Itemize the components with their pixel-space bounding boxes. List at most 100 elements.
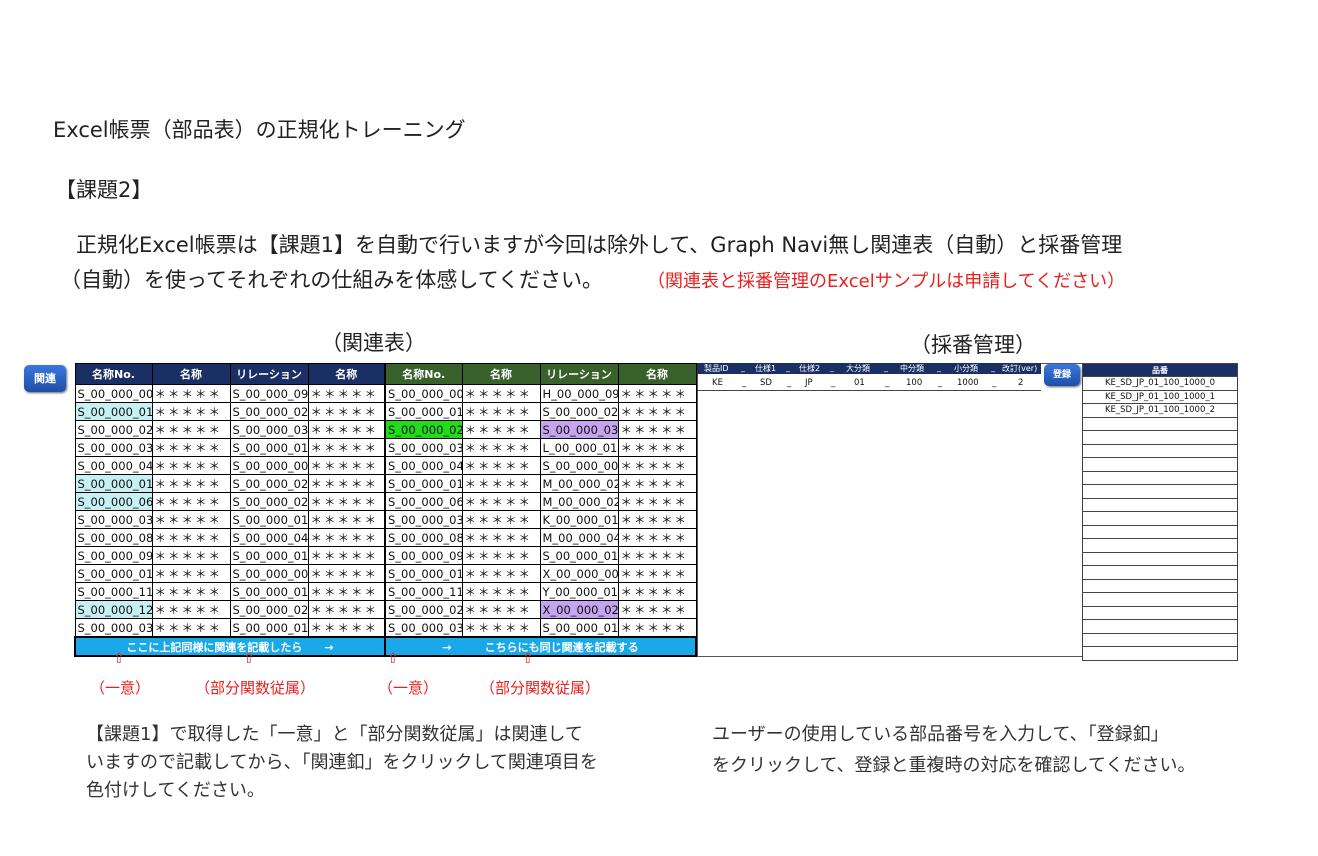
table-cell[interactable]: S_00_000_03 [74, 438, 153, 457]
table-cell[interactable]: S_00_000_03 [74, 618, 153, 638]
table-cell[interactable]: ＊＊＊＊＊ [151, 510, 231, 529]
table-cell[interactable]: M_00_000_02 [539, 474, 619, 493]
table-cell[interactable]: ＊＊＊＊＊ [151, 492, 231, 511]
table-cell[interactable]: S_00_000_03 [539, 420, 619, 439]
table-cell[interactable]: ＊＊＊＊＊ [151, 420, 231, 439]
table-cell[interactable]: ＊＊＊＊＊ [151, 582, 231, 601]
table-cell[interactable]: S_00_000_11 [74, 582, 153, 601]
table-cell[interactable]: S_00_000_08 [74, 528, 153, 547]
table-cell[interactable]: S_00_000_01 [384, 402, 463, 421]
table-cell[interactable]: S_00_000_09 [229, 384, 309, 403]
table-cell[interactable]: ＊＊＊＊＊ [617, 492, 697, 511]
middle-category-input[interactable]: 100 [906, 378, 922, 388]
table-cell[interactable]: ＊＊＊＊＊ [617, 546, 697, 565]
table-cell[interactable]: S_00_000_01 [229, 546, 309, 565]
register-button[interactable]: 登録 [1044, 364, 1080, 386]
table-cell[interactable]: S_00_000_02 [229, 474, 309, 493]
table-cell[interactable]: K_00_000_01 [539, 510, 619, 529]
table-cell[interactable]: S_00_000_01 [384, 564, 463, 583]
table-cell[interactable]: S_00_000_09 [74, 546, 153, 565]
table-cell[interactable]: L_00_000_01 [539, 438, 619, 457]
table-cell[interactable]: ＊＊＊＊＊ [307, 528, 386, 547]
table-cell[interactable]: S_00_000_11 [384, 582, 463, 601]
table-cell[interactable]: S_00_000_03 [74, 510, 153, 529]
table-cell[interactable]: ＊＊＊＊＊ [151, 618, 231, 638]
table-cell[interactable]: ＊＊＊＊＊ [461, 600, 541, 619]
table-cell[interactable]: S_00_000_02 [74, 420, 153, 439]
table-cell[interactable]: M_00_000_04 [539, 528, 619, 547]
table-cell[interactable]: ＊＊＊＊＊ [307, 384, 386, 403]
table-cell[interactable]: ＊＊＊＊＊ [461, 384, 541, 403]
revision-input[interactable]: 2 [1018, 378, 1023, 388]
table-cell[interactable]: ＊＊＊＊＊ [307, 564, 386, 583]
table-cell[interactable]: S_00_000_01 [229, 618, 309, 638]
table-cell[interactable]: ＊＊＊＊＊ [307, 618, 386, 638]
table-cell[interactable]: ＊＊＊＊＊ [307, 510, 386, 529]
table-cell[interactable]: S_00_000_00 [229, 564, 309, 583]
major-category-input[interactable]: 01 [854, 378, 865, 388]
table-cell[interactable]: ＊＊＊＊＊ [151, 600, 231, 619]
table-cell[interactable]: M_00_000_02 [539, 492, 619, 511]
table-cell[interactable]: ＊＊＊＊＊ [307, 438, 386, 457]
table-cell[interactable]: ＊＊＊＊＊ [461, 546, 541, 565]
table-cell[interactable]: S_00_000_01 [539, 546, 619, 565]
table-cell[interactable]: S_00_000_06 [74, 492, 153, 511]
table-cell[interactable]: S_00_000_01 [229, 582, 309, 601]
table-cell[interactable]: S_00_000_01 [229, 438, 309, 457]
table-cell[interactable]: S_00_000_01 [74, 474, 153, 493]
table-cell[interactable]: S_00_000_00 [74, 384, 153, 403]
table-cell[interactable]: ＊＊＊＊＊ [461, 474, 541, 493]
table-cell[interactable]: S_00_000_00 [539, 456, 619, 475]
table-cell[interactable]: S_00_000_02 [229, 492, 309, 511]
spec2-input[interactable]: JP [805, 378, 813, 388]
table-cell[interactable]: ＊＊＊＊＊ [461, 618, 541, 638]
table-cell[interactable]: ＊＊＊＊＊ [307, 402, 386, 421]
table-cell[interactable]: S_00_000_04 [74, 456, 153, 475]
table-cell[interactable]: ＊＊＊＊＊ [461, 528, 541, 547]
table-cell[interactable]: S_00_000_02 [384, 420, 463, 439]
table-cell[interactable]: ＊＊＊＊＊ [617, 618, 697, 638]
table-cell[interactable]: ＊＊＊＊＊ [617, 438, 697, 457]
table-cell[interactable]: S_00_000_00 [229, 456, 309, 475]
table-cell[interactable]: ＊＊＊＊＊ [461, 402, 541, 421]
table-cell[interactable]: S_00_000_09 [384, 546, 463, 565]
table-cell[interactable]: ＊＊＊＊＊ [307, 546, 386, 565]
table-cell[interactable]: ＊＊＊＊＊ [151, 456, 231, 475]
table-cell[interactable]: ＊＊＊＊＊ [151, 402, 231, 421]
table-cell[interactable]: S_00_000_04 [384, 456, 463, 475]
spec1-input[interactable]: SD [760, 378, 772, 388]
table-cell[interactable]: ＊＊＊＊＊ [617, 474, 697, 493]
table-cell[interactable]: ＊＊＊＊＊ [617, 564, 697, 583]
table-cell[interactable]: S_00_000_08 [384, 528, 463, 547]
minor-category-input[interactable]: 1000 [957, 378, 979, 388]
table-cell[interactable]: S_00_000_03 [229, 420, 309, 439]
table-cell[interactable]: H_00_000_09 [539, 384, 619, 403]
table-cell[interactable]: ＊＊＊＊＊ [461, 420, 541, 439]
table-cell[interactable]: ＊＊＊＊＊ [307, 456, 386, 475]
table-cell[interactable]: S_00_000_00 [384, 384, 463, 403]
table-cell[interactable]: ＊＊＊＊＊ [617, 420, 697, 439]
table-cell[interactable]: S_00_000_01 [74, 564, 153, 583]
table-cell[interactable]: S_00_000_06 [384, 492, 463, 511]
table-cell[interactable]: ＊＊＊＊＊ [151, 528, 231, 547]
table-cell[interactable]: S_00_000_12 [74, 600, 153, 619]
table-cell[interactable]: ＊＊＊＊＊ [461, 510, 541, 529]
table-cell[interactable]: ＊＊＊＊＊ [151, 438, 231, 457]
table-cell[interactable]: S_00_000_02 [384, 600, 463, 619]
table-cell[interactable]: ＊＊＊＊＊ [461, 564, 541, 583]
table-cell[interactable]: ＊＊＊＊＊ [307, 492, 386, 511]
table-cell[interactable]: ＊＊＊＊＊ [151, 546, 231, 565]
table-cell[interactable]: S_00_000_04 [229, 528, 309, 547]
table-cell[interactable]: ＊＊＊＊＊ [151, 384, 231, 403]
table-cell[interactable]: S_00_000_02 [539, 402, 619, 421]
table-cell[interactable]: X_00_000_00 [539, 564, 619, 583]
table-cell[interactable]: ＊＊＊＊＊ [461, 456, 541, 475]
table-cell[interactable]: X_00_000_02 [539, 600, 619, 619]
table-cell[interactable]: ＊＊＊＊＊ [461, 492, 541, 511]
table-cell[interactable]: S_00_000_01 [74, 402, 153, 421]
table-cell[interactable]: ＊＊＊＊＊ [307, 600, 386, 619]
relation-button[interactable]: 関連 [24, 365, 66, 392]
table-cell[interactable]: S_00_000_02 [229, 402, 309, 421]
table-cell[interactable]: ＊＊＊＊＊ [307, 420, 386, 439]
table-cell[interactable]: S_00_000_02 [229, 600, 309, 619]
